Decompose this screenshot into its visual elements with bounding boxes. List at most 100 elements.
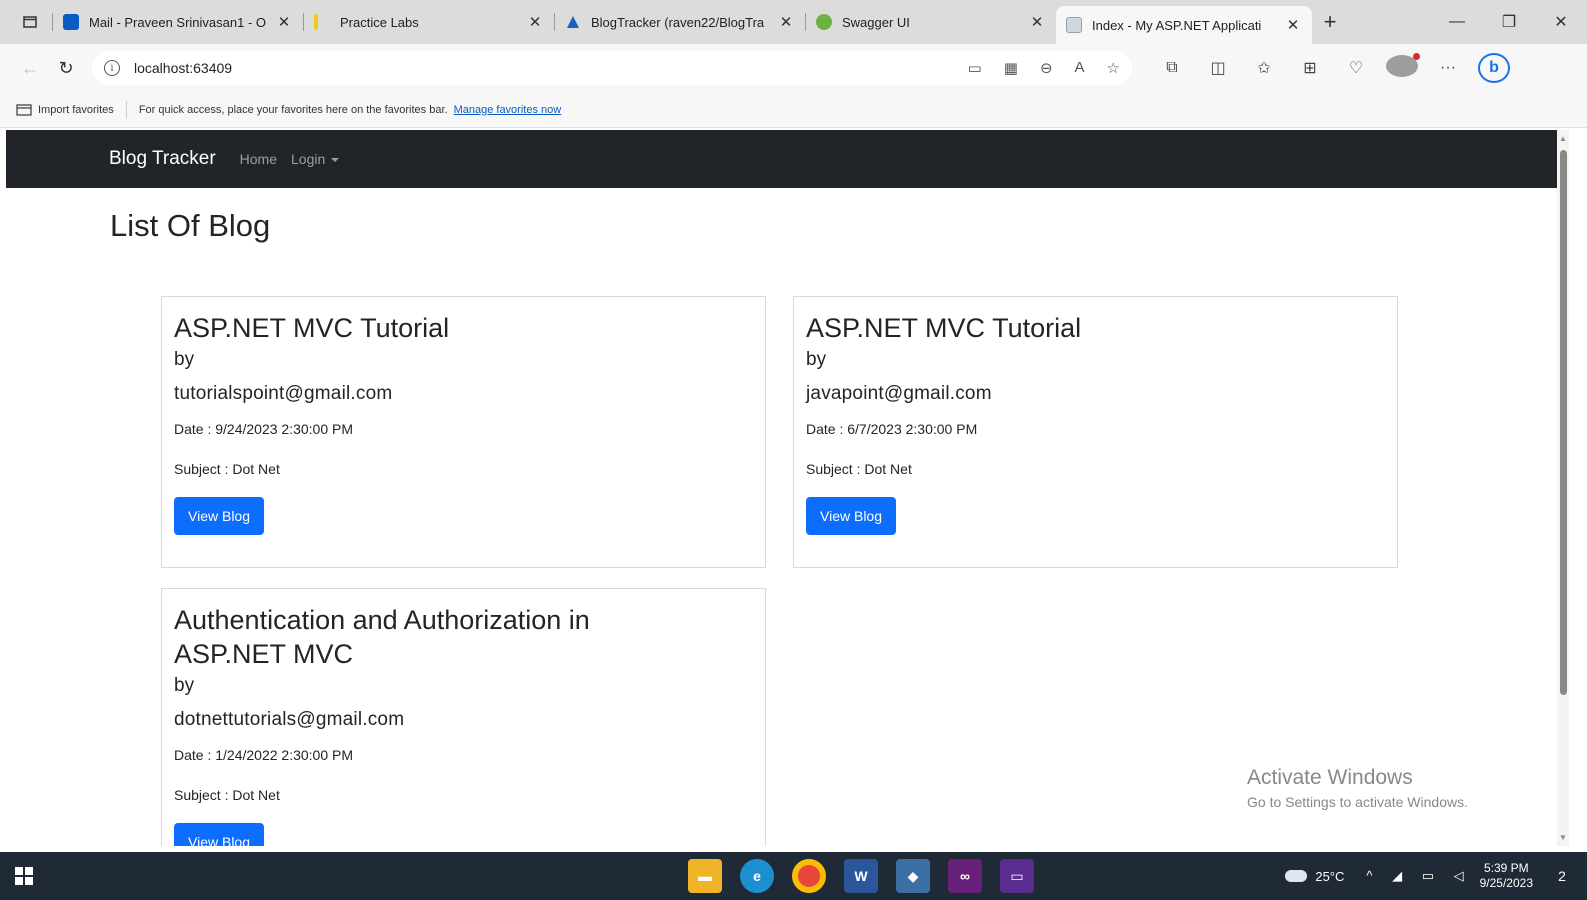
tab-close-icon[interactable]: ✕ (1028, 13, 1046, 31)
extensions-icon[interactable]: ⧉ (1156, 59, 1188, 77)
minimize-button[interactable]: — (1431, 0, 1483, 44)
favorites-separator (125, 100, 127, 119)
blog-card: Authentication and Authorization in ASP.… (161, 588, 766, 846)
blog-subject: Subject : Dot Net (174, 461, 280, 477)
tab-title: Practice Labs (340, 14, 419, 30)
tab-mail[interactable]: Mail - Praveen Srinivasan1 - O ✕ (53, 0, 303, 44)
back-button[interactable]: ← (12, 50, 48, 86)
nav-login-dropdown[interactable]: Login (291, 151, 340, 167)
tab-actions-menu-button[interactable] (8, 0, 52, 44)
new-tab-button[interactable]: + (1312, 0, 1348, 44)
scroll-down-icon[interactable]: ▼ (1559, 833, 1567, 842)
tab-practice-labs[interactable]: Practice Labs ✕ (304, 0, 554, 44)
visual-studio-icon[interactable]: ∞ (948, 859, 982, 893)
chrome-icon[interactable] (792, 859, 826, 893)
tray-icons[interactable]: ^ ◢ ▭ ◁ (1366, 868, 1471, 884)
refresh-icon: ↻ (58, 57, 74, 78)
caret-down-icon (331, 158, 340, 163)
read-aloud-icon[interactable]: A (1075, 59, 1085, 77)
url-actions: ▭ ▦ ⊖ A ☆ (968, 59, 1120, 77)
tab-title: Swagger UI (842, 14, 910, 30)
nav-login-label: Login (291, 151, 326, 167)
blog-title: ASP.NET MVC Tutorial (174, 313, 450, 343)
favorite-star-icon[interactable]: ☆ (1107, 59, 1120, 77)
start-button[interactable] (0, 852, 48, 900)
blog-by-label: by (174, 349, 195, 370)
profile-button[interactable] (1386, 52, 1420, 82)
avatar (1386, 52, 1420, 77)
activate-windows-watermark: Activate Windows Go to Settings to activ… (1247, 766, 1468, 810)
system-tray: 25°C ^ ◢ ▭ ◁ 5:39 PM 9/25/2023 2 (1285, 852, 1587, 900)
tab-actions-icon (23, 16, 37, 28)
blog-author: dotnettutorials@gmail.com (174, 709, 405, 730)
edge-icon[interactable]: e (740, 859, 774, 893)
clock-date: 9/25/2023 (1479, 876, 1533, 890)
split-screen-icon[interactable]: ◫ (1202, 58, 1234, 78)
tab-close-icon[interactable]: ✕ (275, 13, 293, 31)
blog-title: ASP.NET MVC Tutorial (806, 313, 1082, 343)
outlook-icon (63, 14, 79, 30)
import-favorites-label: Import favorites (38, 103, 114, 116)
tab-close-icon[interactable]: ✕ (526, 13, 544, 31)
blog-date: Date : 1/24/2022 2:30:00 PM (174, 747, 354, 763)
bing-copilot-button[interactable]: b (1478, 53, 1510, 83)
tab-close-icon[interactable]: ✕ (1284, 16, 1302, 34)
arrow-left-icon: ← (21, 57, 39, 78)
manage-favorites-link[interactable]: Manage favorites now (454, 104, 562, 116)
weather-temperature[interactable]: 25°C (1315, 869, 1344, 884)
zoom-out-icon[interactable]: ⊖ (1040, 59, 1053, 77)
nav-home-link[interactable]: Home (240, 151, 277, 167)
visual-studio-code-icon[interactable]: ◆ (896, 859, 930, 893)
url-input[interactable]: i localhost:63409 ▭ ▦ ⊖ A ☆ (92, 51, 1132, 85)
favorites-icon[interactable]: ✩ (1248, 58, 1280, 78)
activate-windows-title: Activate Windows (1247, 766, 1413, 789)
import-favorites-button[interactable]: Import favorites (16, 103, 114, 117)
notification-count-icon: 2 (1558, 868, 1566, 884)
page-scrollbar[interactable]: ▲ ▼ (1557, 130, 1569, 846)
blog-date: Date : 6/7/2023 2:30:00 PM (806, 421, 978, 437)
url-text: localhost:63409 (134, 60, 233, 76)
bing-icon: b (1478, 53, 1510, 83)
windows-taskbar: ▬ e W ◆ ∞ ▭ 25°C ^ ◢ ▭ ◁ 5:39 PM 9/25/20… (0, 852, 1587, 900)
site-info-icon[interactable]: i (104, 60, 120, 76)
tab-swagger-ui[interactable]: Swagger UI ✕ (806, 0, 1056, 44)
page-title: List Of Blog (110, 208, 271, 243)
clock-time: 5:39 PM (1483, 861, 1529, 875)
blog-card: ASP.NET MVC Tutorial by javapoint@gmail.… (793, 296, 1398, 568)
blog-date: Date : 9/24/2023 2:30:00 PM (174, 421, 354, 437)
view-blog-button[interactable]: View Blog (174, 497, 265, 535)
site-brand-link[interactable]: Blog Tracker (109, 148, 216, 170)
view-blog-button[interactable]: View Blog (806, 497, 897, 535)
tab-index-active[interactable]: Index - My ASP.NET Applicati ✕ (1056, 6, 1312, 44)
taskbar-apps: ▬ e W ◆ ∞ ▭ (688, 852, 1034, 900)
view-blog-button[interactable]: View Blog (174, 823, 265, 846)
azure-devops-icon (565, 14, 581, 30)
tab-blogtracker-github[interactable]: BlogTracker (raven22/BlogTra ✕ (555, 0, 805, 44)
notifications-button[interactable]: 2 (1547, 861, 1577, 891)
collections-icon[interactable]: ⊞ (1294, 58, 1326, 78)
more-menu-icon[interactable]: ··· (1432, 59, 1464, 77)
refresh-button[interactable]: ↻ (48, 50, 84, 86)
tab-close-icon[interactable]: ✕ (777, 13, 795, 31)
page-icon (1066, 17, 1082, 33)
qr-code-icon[interactable]: ▦ (1004, 59, 1018, 77)
window-controls: — ❐ ✕ (1431, 0, 1587, 44)
scroll-up-icon[interactable]: ▲ (1559, 134, 1567, 143)
activate-windows-subtitle: Go to Settings to activate Windows. (1247, 794, 1468, 810)
swagger-icon (816, 14, 832, 30)
blog-subject: Subject : Dot Net (806, 461, 912, 477)
taskbar-clock[interactable]: 5:39 PM 9/25/2023 (1480, 861, 1533, 891)
restore-button[interactable]: ❐ (1483, 0, 1535, 44)
windows-logo-icon (15, 867, 33, 885)
terminal-icon[interactable]: ▭ (1000, 859, 1034, 893)
scrollbar-thumb[interactable] (1560, 150, 1567, 695)
close-window-button[interactable]: ✕ (1535, 0, 1587, 44)
performance-icon[interactable]: ♡ (1340, 58, 1372, 78)
cloud-icon (1285, 870, 1308, 882)
word-icon[interactable]: W (844, 859, 878, 893)
import-favorites-icon (16, 103, 32, 116)
file-explorer-icon[interactable]: ▬ (688, 859, 722, 893)
favorites-message: For quick access, place your favorites h… (138, 103, 448, 116)
blog-author: tutorialspoint@gmail.com (174, 383, 393, 404)
app-available-icon[interactable]: ▭ (968, 59, 982, 77)
